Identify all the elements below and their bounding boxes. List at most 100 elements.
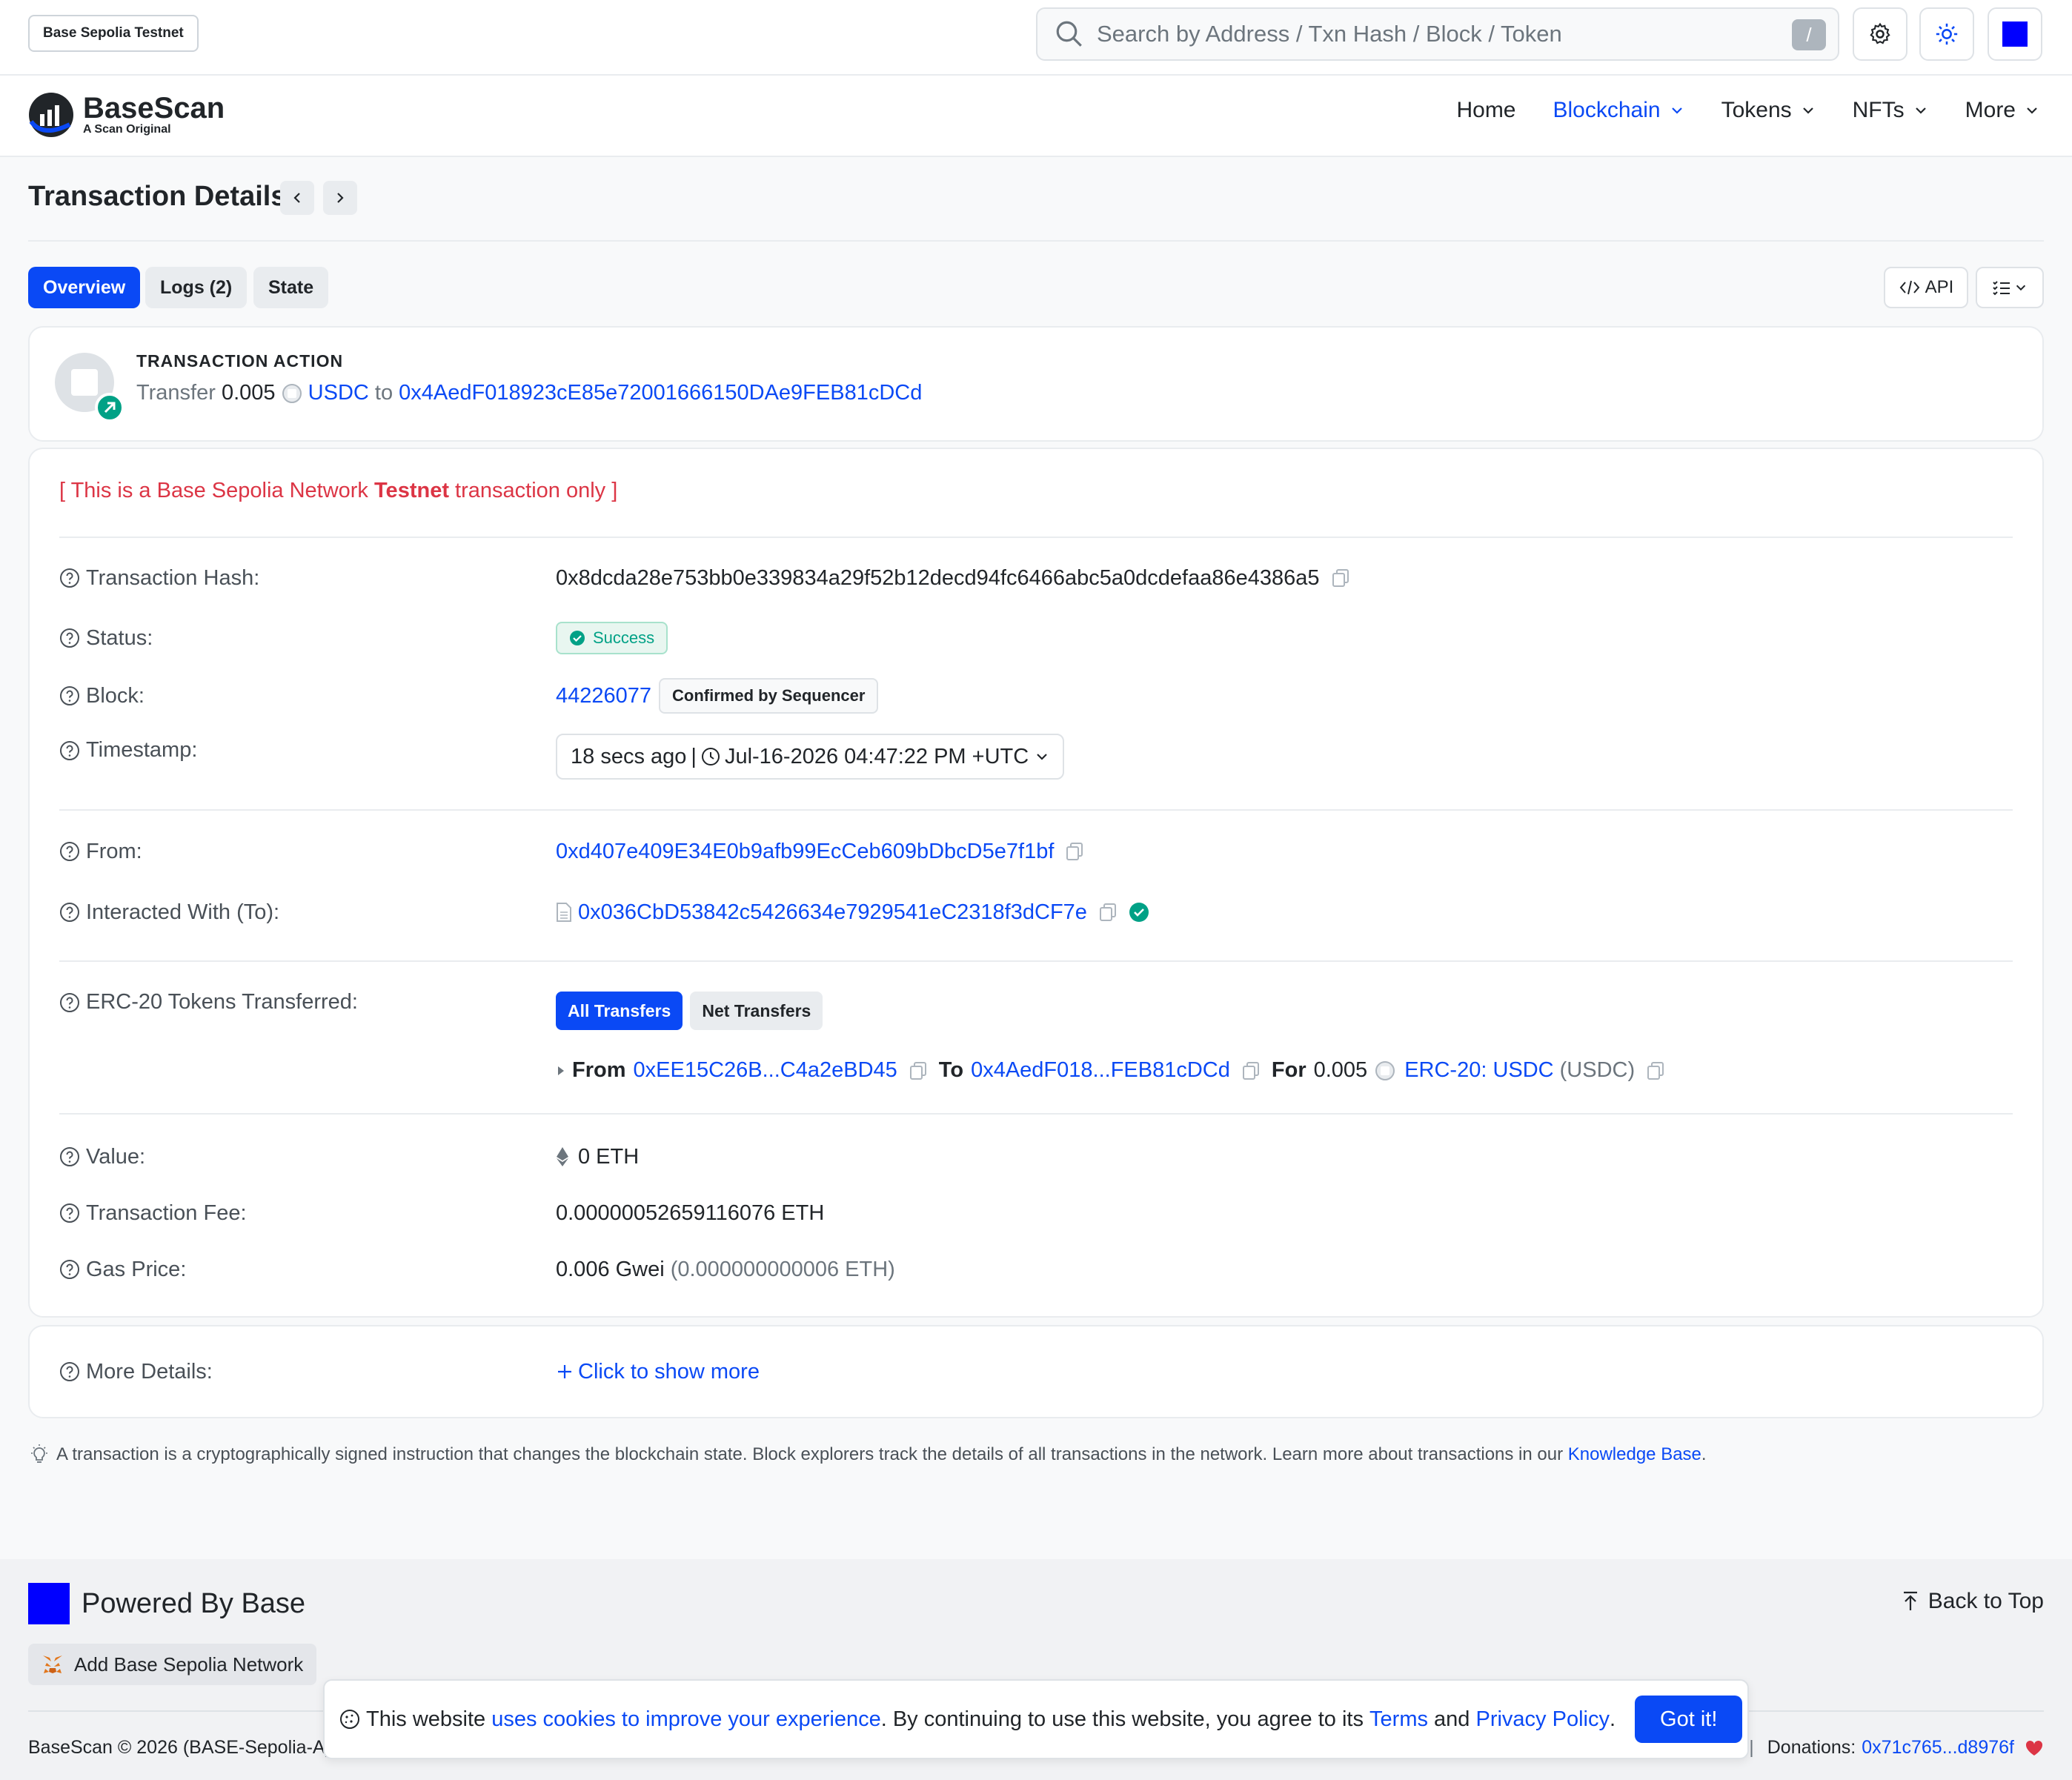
cookie-text-end: . bbox=[1609, 1707, 1616, 1731]
divider bbox=[59, 960, 2013, 962]
row-transaction-hash: Transaction Hash: 0x8dcda28e753bb0e33983… bbox=[59, 562, 2013, 594]
copyright: BaseScan © 2026 (BASE-Sepolia-A) bbox=[28, 1737, 331, 1758]
question-circle-icon[interactable] bbox=[59, 740, 80, 761]
erc20-label: ERC-20 Tokens Transferred: bbox=[86, 990, 358, 1014]
timestamp-label: Timestamp: bbox=[86, 738, 198, 762]
nav-home-label: Home bbox=[1456, 98, 1516, 122]
transaction-action-line: Transfer 0.005 USDC to 0x4AedF018923cE85… bbox=[136, 381, 922, 405]
next-transaction-button[interactable] bbox=[323, 181, 357, 215]
divider bbox=[59, 809, 2013, 811]
transfer-for-word: For bbox=[1271, 1058, 1306, 1082]
contract-file-icon bbox=[557, 903, 571, 922]
transaction-action-title: TRANSACTION ACTION bbox=[136, 351, 344, 371]
tab-logs[interactable]: Logs (2) bbox=[145, 267, 248, 308]
question-circle-icon[interactable] bbox=[59, 1259, 80, 1280]
add-network-button[interactable]: Add Base Sepolia Network bbox=[28, 1644, 317, 1685]
add-network-label: Add Base Sepolia Network bbox=[74, 1653, 304, 1676]
question-circle-icon[interactable] bbox=[59, 902, 80, 923]
block-number-link[interactable]: 44226077 bbox=[556, 684, 651, 708]
caret-right-icon[interactable] bbox=[556, 1063, 566, 1078]
all-transfers-button[interactable]: All Transfers bbox=[556, 992, 683, 1030]
nav-blockchain[interactable]: Blockchain bbox=[1553, 98, 1684, 123]
to-label: Interacted With (To): bbox=[86, 900, 280, 924]
search-input[interactable]: Search by Address / Txn Hash / Block / T… bbox=[1097, 21, 1562, 47]
show-more-label: Click to show more bbox=[578, 1359, 760, 1384]
question-circle-icon[interactable] bbox=[59, 1361, 80, 1382]
api-label: API bbox=[1925, 277, 1954, 297]
question-circle-icon[interactable] bbox=[59, 1203, 80, 1223]
action-verb: Transfer bbox=[136, 381, 216, 405]
terms-link[interactable]: Terms bbox=[1369, 1707, 1428, 1732]
knowledge-base-link[interactable]: Knowledge Base bbox=[1568, 1444, 1701, 1465]
status-badge: Success bbox=[556, 622, 668, 654]
basescan-logo[interactable]: BaseScan A Scan Original bbox=[28, 92, 225, 138]
question-circle-icon[interactable] bbox=[59, 685, 80, 706]
transfer-to-link[interactable]: 0x4AedF018...FEB81cDCd bbox=[971, 1058, 1230, 1083]
action-to-address-link[interactable]: 0x4AedF018923cE85e72001666150DAe9FEB81cD… bbox=[399, 381, 922, 405]
info-end: . bbox=[1701, 1444, 1707, 1464]
value-amount: 0 ETH bbox=[578, 1144, 640, 1169]
settings-button[interactable] bbox=[1853, 7, 1907, 61]
action-token-link[interactable]: USDC bbox=[308, 381, 369, 405]
transfer-from-link[interactable]: 0xEE15C26B...C4a2eBD45 bbox=[634, 1058, 897, 1083]
nav-more[interactable]: More bbox=[1965, 98, 2039, 123]
copy-icon[interactable] bbox=[1645, 1060, 1666, 1081]
timestamp-separator: | bbox=[691, 744, 697, 768]
view-options-button[interactable] bbox=[1976, 267, 2044, 308]
copy-icon[interactable] bbox=[908, 1060, 929, 1081]
timestamp-dropdown[interactable]: 18 secs ago | Jul-16-2026 04:47:22 PM +U… bbox=[556, 734, 1065, 780]
row-status: Status: Success bbox=[59, 620, 2013, 657]
question-circle-icon[interactable] bbox=[59, 1146, 80, 1167]
net-transfers-button[interactable]: Net Transfers bbox=[690, 992, 823, 1030]
donations-address-link[interactable]: 0x71c765...d8976f bbox=[1862, 1737, 2014, 1759]
question-circle-icon[interactable] bbox=[59, 568, 80, 588]
api-button[interactable]: API bbox=[1884, 267, 1968, 308]
row-block: Block: 44226077 Confirmed by Sequencer bbox=[59, 677, 2013, 714]
search-box[interactable]: Search by Address / Txn Hash / Block / T… bbox=[1036, 7, 1839, 61]
network-label: Base Sepolia Testnet bbox=[43, 25, 184, 41]
chevron-down-icon bbox=[1671, 107, 1682, 114]
question-circle-icon[interactable] bbox=[59, 628, 80, 648]
cookie-icon bbox=[340, 1710, 359, 1729]
cookie-text-mid: . By continuing to use this website, you… bbox=[880, 1707, 1370, 1731]
notice-suffix: transaction only ] bbox=[448, 479, 618, 502]
hash-label: Transaction Hash: bbox=[86, 565, 260, 590]
theme-toggle-button[interactable] bbox=[1919, 7, 1974, 61]
cookie-policy-link[interactable]: uses cookies to improve your experience bbox=[491, 1707, 880, 1732]
brand-tagline: A Scan Original bbox=[83, 123, 171, 136]
copy-icon[interactable] bbox=[1241, 1060, 1261, 1081]
gear-icon bbox=[1870, 22, 1890, 44]
back-to-top-link[interactable]: Back to Top bbox=[1902, 1589, 2044, 1614]
metamask-fox-icon bbox=[43, 1656, 62, 1673]
nav-nfts[interactable]: NFTs bbox=[1853, 98, 1928, 123]
chevron-right-icon bbox=[337, 193, 344, 203]
chain-switch-button[interactable] bbox=[1988, 7, 2042, 61]
network-selector-button[interactable]: Base Sepolia Testnet bbox=[28, 15, 199, 52]
chevron-down-icon bbox=[2016, 285, 2026, 291]
tab-state[interactable]: State bbox=[253, 267, 329, 308]
copy-icon[interactable] bbox=[1330, 568, 1351, 588]
copy-icon[interactable] bbox=[1064, 841, 1085, 862]
show-more-button[interactable]: Click to show more bbox=[556, 1360, 760, 1384]
from-address-link[interactable]: 0xd407e409E34E0b9afb99EcCeb609bDbcD5e7f1… bbox=[556, 840, 1054, 864]
copy-icon[interactable] bbox=[1098, 902, 1118, 923]
nav-tokens[interactable]: Tokens bbox=[1721, 98, 1816, 123]
question-circle-icon[interactable] bbox=[59, 841, 80, 862]
title-divider bbox=[28, 240, 2044, 242]
tab-overview[interactable]: Overview bbox=[28, 267, 141, 308]
transfer-from-word: From bbox=[572, 1058, 626, 1082]
fee-amount: 0.00000052659116076 ETH bbox=[556, 1200, 825, 1225]
transfer-token-link[interactable]: ERC-20: USDC bbox=[1404, 1058, 1553, 1083]
powered-by-text: Powered By Base bbox=[82, 1587, 306, 1619]
prev-transaction-button[interactable] bbox=[280, 181, 314, 215]
privacy-policy-link[interactable]: Privacy Policy bbox=[1475, 1707, 1610, 1732]
question-circle-icon[interactable] bbox=[59, 992, 80, 1013]
clock-icon bbox=[701, 748, 720, 766]
nav-nfts-label: NFTs bbox=[1852, 98, 1905, 122]
cookie-accept-button[interactable]: Got it! bbox=[1635, 1696, 1743, 1743]
nav-home[interactable]: Home bbox=[1456, 98, 1515, 123]
lightbulb-icon bbox=[31, 1444, 47, 1463]
arrow-up-icon bbox=[1903, 1591, 1917, 1610]
to-address-link[interactable]: 0x036CbD53842c5426634e7929541eC2318f3dCF… bbox=[578, 900, 1087, 925]
testnet-notice: [ This is a Base Sepolia Network Testnet… bbox=[59, 479, 2013, 503]
